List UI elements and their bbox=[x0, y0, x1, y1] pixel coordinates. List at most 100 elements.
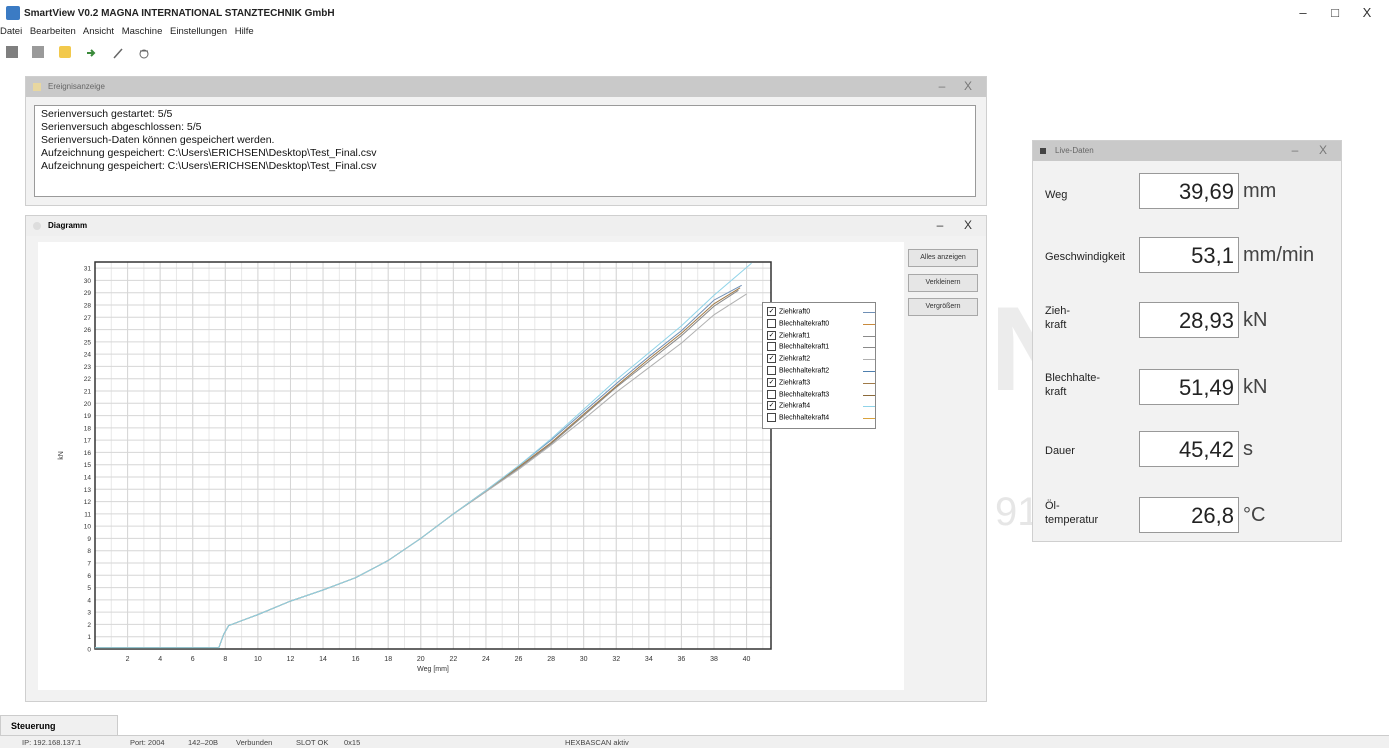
menu-datei[interactable]: Datei bbox=[0, 26, 22, 37]
y-tick-label: 13 bbox=[84, 487, 92, 494]
status-range: 142–20B bbox=[188, 738, 219, 747]
legend-label: Ziehkraft2 bbox=[779, 355, 811, 363]
menu-maschine[interactable]: Maschine bbox=[122, 26, 163, 37]
legend-item-blechhaltekraft2[interactable]: Blechhaltekraft2 bbox=[767, 366, 875, 376]
show-all-button[interactable]: Alles anzeigen bbox=[908, 249, 978, 267]
legend-item-ziehkraft3[interactable]: ✓ Ziehkraft3 bbox=[767, 377, 875, 388]
folder-open-icon[interactable] bbox=[58, 45, 71, 58]
live-value-blechhaltekraft: 51,49 bbox=[1139, 369, 1239, 405]
x-tick-label: 22 bbox=[449, 656, 457, 663]
legend-checkbox[interactable] bbox=[767, 366, 776, 375]
minimize-button[interactable]: – bbox=[1288, 2, 1318, 24]
y-tick-label: 27 bbox=[84, 315, 92, 322]
legend-item-ziehkraft1[interactable]: ✓ Ziehkraft1 bbox=[767, 330, 875, 341]
legend-label: Ziehkraft0 bbox=[779, 308, 811, 316]
legend-checkbox[interactable]: ✓ bbox=[767, 377, 776, 387]
live-unit-dauer: s bbox=[1243, 438, 1253, 460]
live-unit-blechhaltekraft: kN bbox=[1243, 376, 1268, 398]
status-code: 0x15 bbox=[344, 738, 361, 747]
legend-checkbox[interactable] bbox=[767, 342, 776, 352]
legend-checkbox[interactable]: ✓ bbox=[767, 330, 776, 340]
y-tick-label: 31 bbox=[84, 266, 92, 273]
status-bar: IP: 192.168.137.1 Port: 2004 142–20B Ver… bbox=[0, 735, 1389, 748]
maximize-button[interactable]: □ bbox=[1320, 2, 1350, 24]
legend-item-ziehkraft0[interactable]: ✓ Ziehkraft0 bbox=[767, 307, 875, 317]
x-tick-label: 26 bbox=[515, 656, 523, 663]
diagram-panel-header[interactable]: Diagramm – X bbox=[26, 216, 986, 236]
menu-einstellungen[interactable]: Einstellungen bbox=[170, 26, 227, 37]
pen-icon[interactable] bbox=[112, 46, 124, 59]
legend-item-blechhaltekraft0[interactable]: Blechhaltekraft0 bbox=[767, 318, 875, 329]
legend-item-ziehkraft2[interactable]: ✓ Ziehkraft2 bbox=[767, 354, 875, 364]
stop-icon[interactable] bbox=[6, 45, 18, 58]
y-tick-label: 14 bbox=[84, 475, 92, 482]
live-value-dauer: 45,42 bbox=[1139, 431, 1239, 467]
legend-item-blechhaltekraft4[interactable]: Blechhaltekraft4 bbox=[767, 413, 875, 423]
live-label-geschwindigkeit: Geschwindigkeit bbox=[1045, 251, 1126, 263]
x-tick-label: 12 bbox=[287, 656, 295, 663]
legend-label: Blechhaltekraft1 bbox=[779, 343, 830, 351]
zoom-in-button[interactable]: Vergrößern bbox=[908, 298, 978, 316]
y-tick-label: 23 bbox=[84, 364, 92, 371]
x-tick-label: 30 bbox=[580, 656, 588, 663]
toolbar bbox=[6, 43, 160, 59]
y-tick-label: 30 bbox=[84, 278, 92, 285]
menu-hilfe[interactable]: Hilfe bbox=[235, 26, 254, 37]
legend-checkbox[interactable]: ✓ bbox=[767, 401, 776, 411]
live-label-oeltemperatur: Öl- temperatur bbox=[1045, 500, 1099, 526]
x-axis-label: Weg [mm] bbox=[417, 666, 449, 673]
y-tick-label: 19 bbox=[84, 413, 92, 420]
window-title: SmartView V0.2 MAGNA INTERNATIONAL STANZ… bbox=[24, 8, 335, 19]
legend-label: Blechhaltekraft2 bbox=[779, 367, 830, 375]
live-panel-title: Live-Daten bbox=[1055, 146, 1094, 155]
legend-item-blechhaltekraft3[interactable]: Blechhaltekraft3 bbox=[767, 389, 875, 400]
close-button[interactable]: X bbox=[1352, 2, 1382, 24]
live-panel-close-button[interactable]: X bbox=[1315, 143, 1331, 157]
x-tick-label: 4 bbox=[158, 656, 162, 663]
x-tick-label: 20 bbox=[417, 656, 425, 663]
y-tick-label: 29 bbox=[84, 290, 92, 297]
tab-steuerung[interactable]: Steuerung bbox=[0, 715, 118, 735]
legend-item-blechhaltekraft1[interactable]: Blechhaltekraft1 bbox=[767, 342, 875, 352]
legend-checkbox[interactable]: ✓ bbox=[767, 307, 776, 316]
y-tick-label: 7 bbox=[87, 561, 91, 568]
legend-swatch bbox=[863, 312, 875, 313]
live-unit-geschwindigkeit: mm/min bbox=[1243, 244, 1315, 266]
y-tick-label: 25 bbox=[84, 339, 92, 346]
y-tick-label: 26 bbox=[84, 327, 92, 334]
live-panel-minimize-button[interactable]: – bbox=[1287, 143, 1303, 157]
x-tick-label: 28 bbox=[547, 656, 555, 663]
menu-bearbeiten[interactable]: Bearbeiten bbox=[30, 26, 76, 37]
calibrate-icon[interactable] bbox=[138, 46, 150, 59]
legend-label: Ziehkraft3 bbox=[779, 379, 811, 387]
legend-checkbox[interactable] bbox=[767, 389, 776, 399]
diagram-panel-close-button[interactable]: X bbox=[960, 218, 976, 232]
log-line: Serienversuch abgeschlossen: 5/5 bbox=[41, 121, 202, 133]
event-panel-header[interactable]: Ereignisanzeige – X bbox=[26, 77, 986, 97]
legend-label: Blechhaltekraft3 bbox=[779, 390, 830, 398]
legend-item-ziehkraft4[interactable]: ✓ Ziehkraft4 bbox=[767, 401, 875, 411]
arrow-right-icon[interactable] bbox=[85, 46, 97, 58]
x-tick-label: 34 bbox=[645, 656, 653, 663]
zoom-out-button[interactable]: Verkleinern bbox=[908, 274, 978, 292]
live-data-panel: Live-Daten – X Weg 39,69 mm Geschwindigk… bbox=[1032, 140, 1342, 542]
legend-checkbox[interactable] bbox=[767, 413, 776, 423]
legend-swatch bbox=[863, 323, 875, 325]
y-tick-label: 4 bbox=[87, 597, 91, 604]
event-panel-minimize-button[interactable]: – bbox=[934, 79, 950, 93]
x-tick-label: 38 bbox=[710, 656, 718, 663]
x-tick-label: 18 bbox=[384, 656, 392, 663]
legend-checkbox[interactable] bbox=[767, 318, 776, 328]
legend-swatch bbox=[863, 418, 875, 420]
event-panel-close-button[interactable]: X bbox=[960, 79, 976, 93]
app-icon bbox=[6, 6, 20, 20]
event-log[interactable]: Serienversuch gestartet: 5/5 Serienversu… bbox=[34, 105, 976, 197]
y-tick-label: 15 bbox=[84, 462, 92, 469]
y-tick-label: 6 bbox=[87, 573, 91, 580]
live-unit-ziehkraft: kN bbox=[1243, 309, 1268, 331]
legend-checkbox[interactable]: ✓ bbox=[767, 354, 776, 364]
record-icon[interactable] bbox=[32, 45, 45, 58]
live-panel-header[interactable]: Live-Daten – X bbox=[1033, 141, 1341, 161]
diagram-panel-minimize-button[interactable]: – bbox=[932, 218, 948, 232]
menu-ansicht[interactable]: Ansicht bbox=[83, 26, 114, 37]
